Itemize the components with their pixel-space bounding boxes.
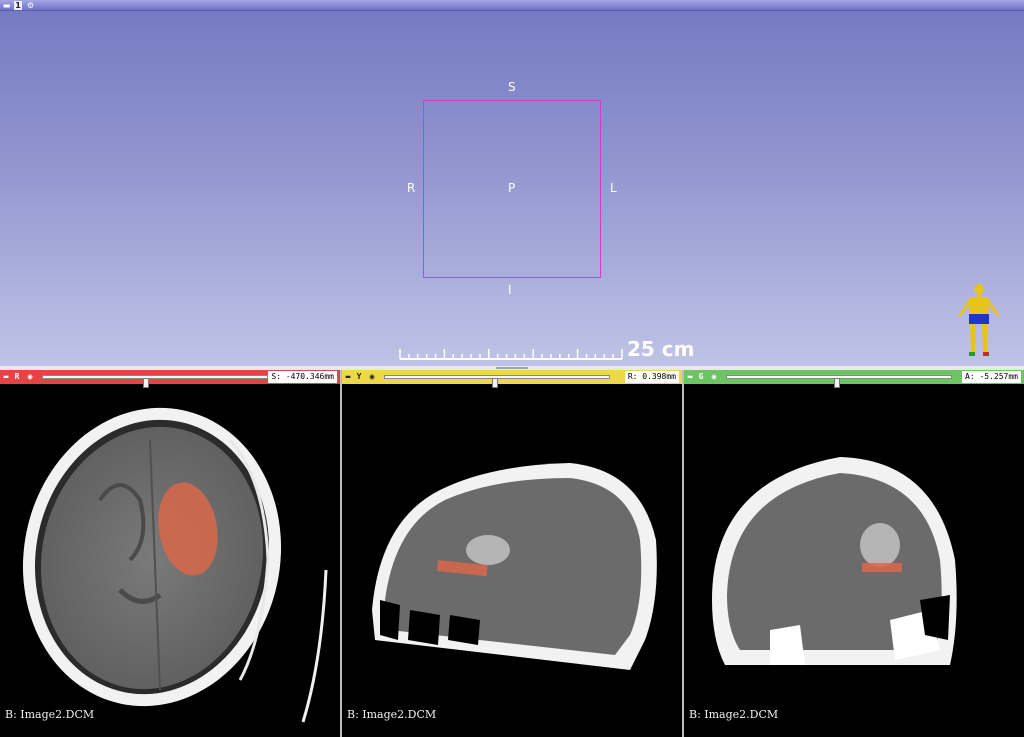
pin-icon[interactable]: ▬ (2, 370, 10, 384)
yellow-slice-offset-value[interactable]: R: 0.398mm (624, 371, 679, 383)
splitter-handle[interactable] (496, 367, 528, 369)
ruler-label: 25 cm (627, 337, 695, 361)
axial-ct-image[interactable] (0, 384, 340, 737)
gear-icon[interactable]: ⚙ (26, 1, 35, 10)
orientation-right-label: R (407, 181, 416, 195)
coronal-ct-image[interactable] (684, 384, 1024, 737)
slice-view-green[interactable]: ▬ G ◉ A: -5.257mm B: Image2.DCM (684, 370, 1024, 737)
scale-ruler (399, 349, 623, 360)
link-eye-icon[interactable]: ◉ (366, 370, 378, 384)
green-view-key: G (698, 372, 704, 381)
hemorrhage-segmentation[interactable] (862, 563, 902, 572)
pin-icon[interactable]: ▬ (344, 370, 352, 384)
red-background-volume-label: B: Image2.DCM (5, 708, 95, 721)
yellow-view-key: Y (356, 372, 362, 381)
pin-icon[interactable]: ▬ (686, 370, 694, 384)
red-view-key: R (14, 372, 20, 381)
orientation-left-label: L (610, 181, 617, 195)
3d-view[interactable]: ▬ 1 ⚙ S I R L P 25 cm (0, 0, 1024, 366)
pin-icon[interactable]: ▬ (2, 1, 11, 10)
green-slice-slider-track[interactable] (726, 375, 952, 388)
red-slice-controller-bar: ▬ R ◉ S: -470.346mm (0, 370, 340, 388)
slice-view-red[interactable]: ▬ R ◉ S: -470.346mm B: Image2.DCM (0, 370, 340, 737)
red-slice-offset-value[interactable]: S: -470.346mm (268, 371, 337, 383)
slice-view-yellow[interactable]: ▬ Y ◉ R: 0.398mm B: Image2.DCM (342, 370, 682, 737)
green-slice-controller-bar: ▬ G ◉ A: -5.257mm (684, 370, 1024, 388)
green-slice-offset-value[interactable]: A: -5.257mm (962, 371, 1021, 383)
3d-bounding-box (423, 100, 601, 278)
orientation-human-figure-icon (958, 284, 1000, 356)
3d-view-controller-bar[interactable]: ▬ 1 ⚙ (0, 0, 1024, 11)
link-eye-icon[interactable]: ◉ (24, 370, 36, 384)
orientation-inferior-label: I (508, 283, 512, 297)
view-number-badge[interactable]: 1 (14, 1, 22, 10)
red-slice-slider-track[interactable] (42, 375, 268, 388)
yellow-slice-controller-bar: ▬ Y ◉ R: 0.398mm (342, 370, 682, 388)
green-background-volume-label: B: Image2.DCM (689, 708, 779, 721)
yellow-slice-slider-track[interactable] (384, 375, 610, 388)
orientation-superior-label: S (508, 80, 516, 94)
yellow-background-volume-label: B: Image2.DCM (347, 708, 437, 721)
link-eye-icon[interactable]: ◉ (708, 370, 720, 384)
sagittal-ct-image[interactable] (342, 384, 682, 737)
